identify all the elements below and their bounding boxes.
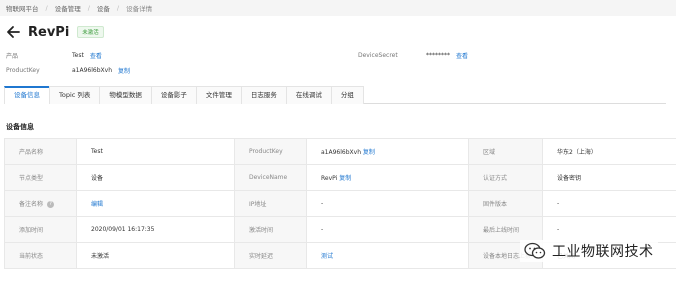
meta-productkey-value: a1A96l6bXvh xyxy=(72,67,112,74)
tab-topic-list[interactable]: Topic 列表 xyxy=(49,86,101,104)
breadcrumb-separator: / xyxy=(87,4,90,12)
table-key: 激活时间 xyxy=(234,216,307,243)
table-value: - xyxy=(306,216,469,243)
view-secret-link[interactable]: 查看 xyxy=(456,51,468,60)
table-value: 设备密钥 xyxy=(542,164,676,191)
copy-productkey-button[interactable]: 复制 xyxy=(363,149,375,156)
table-key: 当前状态 xyxy=(4,242,77,269)
status-badge: 未激活 xyxy=(77,26,104,38)
breadcrumb-iot-platform[interactable]: 物联网平台 xyxy=(6,3,39,13)
edit-remark-button[interactable]: 编辑 xyxy=(91,201,103,208)
table-value-cell: 测试 xyxy=(306,242,469,269)
meta-secret-label: DeviceSecret xyxy=(358,52,398,59)
breadcrumb-device[interactable]: 设备 xyxy=(97,3,110,13)
breadcrumb: 物联网平台 / 设备管理 / 设备 / 设备详情 xyxy=(6,3,152,13)
table-key: 区域 xyxy=(468,138,543,165)
wechat-icon xyxy=(524,242,546,259)
table-key: 产品名称 xyxy=(4,138,77,165)
breadcrumb-separator: / xyxy=(116,4,120,12)
meta-product-row: 产品 Test 查看 xyxy=(6,51,102,60)
meta-productkey-row: ProductKey a1A96l6bXvh 复制 xyxy=(6,66,130,75)
tab-online-debug[interactable]: 在线调试 xyxy=(285,86,332,104)
meta-secret-row: DeviceSecret ******** 查看 xyxy=(358,51,468,60)
devicename-value: RevPi xyxy=(321,175,338,182)
table-row: 产品名称 Test ProductKey a1A96l6bXvh 复制 区域 华… xyxy=(4,138,676,165)
tab-device-shadow[interactable]: 设备影子 xyxy=(150,86,197,104)
table-value: 未激活 xyxy=(76,242,235,269)
table-value: 华东2（上海） xyxy=(542,138,676,165)
tab-log-service[interactable]: 日志服务 xyxy=(240,86,287,104)
table-key: 节点类型 xyxy=(4,164,77,191)
meta-productkey-label: ProductKey xyxy=(6,67,40,74)
table-row: 备注名称? 编辑 IP地址 - 固件版本 - xyxy=(4,190,676,217)
meta-product-label: 产品 xyxy=(6,53,19,60)
table-key: DeviceName xyxy=(234,164,307,191)
copy-devicename-button[interactable]: 复制 xyxy=(339,175,351,182)
table-key-cell: 备注名称? xyxy=(4,190,77,217)
table-key: 实时延迟 xyxy=(234,242,307,269)
test-latency-button[interactable]: 测试 xyxy=(321,253,333,260)
table-key: 认证方式 xyxy=(468,164,543,191)
table-key: 固件版本 xyxy=(468,190,543,217)
page-title: RevPi xyxy=(28,24,70,40)
table-value: Test xyxy=(76,138,235,165)
watermark-text: 工业物联网技术 xyxy=(552,244,654,260)
breadcrumb-device-management[interactable]: 设备管理 xyxy=(55,3,81,13)
tab-device-info[interactable]: 设备信息 xyxy=(4,86,50,104)
table-value-cell: RevPi 复制 xyxy=(306,164,469,191)
meta-secret-value: ******** xyxy=(426,52,450,59)
table-key: ProductKey xyxy=(234,138,307,165)
help-icon[interactable]: ? xyxy=(47,201,55,208)
top-strip: 物联网平台 / 设备管理 / 设备 / 设备详情 xyxy=(0,0,676,16)
table-key: 最后上线时间 xyxy=(468,216,543,243)
tab-file-management[interactable]: 文件管理 xyxy=(195,86,242,104)
table-row: 节点类型 设备 DeviceName RevPi 复制 认证方式 设备密钥 xyxy=(4,164,676,191)
table-value: 设备 xyxy=(76,164,235,191)
remark-name-label: 备注名称 xyxy=(19,201,44,208)
table-row: 添加时间 2020/09/01 16:17:35 激活时间 - 最后上线时间 - xyxy=(4,216,676,243)
watermark: 工业物联网技术 xyxy=(520,240,658,262)
copy-productkey-link[interactable]: 复制 xyxy=(118,66,130,75)
table-value: - xyxy=(306,190,469,217)
meta-product-value: Test xyxy=(72,52,84,59)
table-value-cell: a1A96l6bXvh 复制 xyxy=(306,138,469,165)
table-value-cell: 编辑 xyxy=(76,190,235,217)
tab-groups[interactable]: 分组 xyxy=(330,86,364,104)
table-value: - xyxy=(542,190,676,217)
productkey-value: a1A96l6bXvh xyxy=(321,149,361,156)
table-key: IP地址 xyxy=(234,190,307,217)
table-value: - xyxy=(542,216,676,243)
back-arrow-icon[interactable] xyxy=(6,25,20,39)
table-key: 添加时间 xyxy=(4,216,77,243)
section-title: 设备信息 xyxy=(6,123,34,131)
table-value: 2020/09/01 16:17:35 xyxy=(76,216,235,243)
breadcrumb-separator: / xyxy=(45,4,48,12)
tab-bar: 设备信息 Topic 列表 物模型数据 设备影子 文件管理 日志服务 在线调试 … xyxy=(4,86,666,104)
tab-thing-model-data[interactable]: 物模型数据 xyxy=(99,86,152,104)
breadcrumb-device-detail: 设备详情 xyxy=(126,5,153,13)
view-product-link[interactable]: 查看 xyxy=(90,51,102,60)
title-row: RevPi 未激活 xyxy=(6,22,104,42)
